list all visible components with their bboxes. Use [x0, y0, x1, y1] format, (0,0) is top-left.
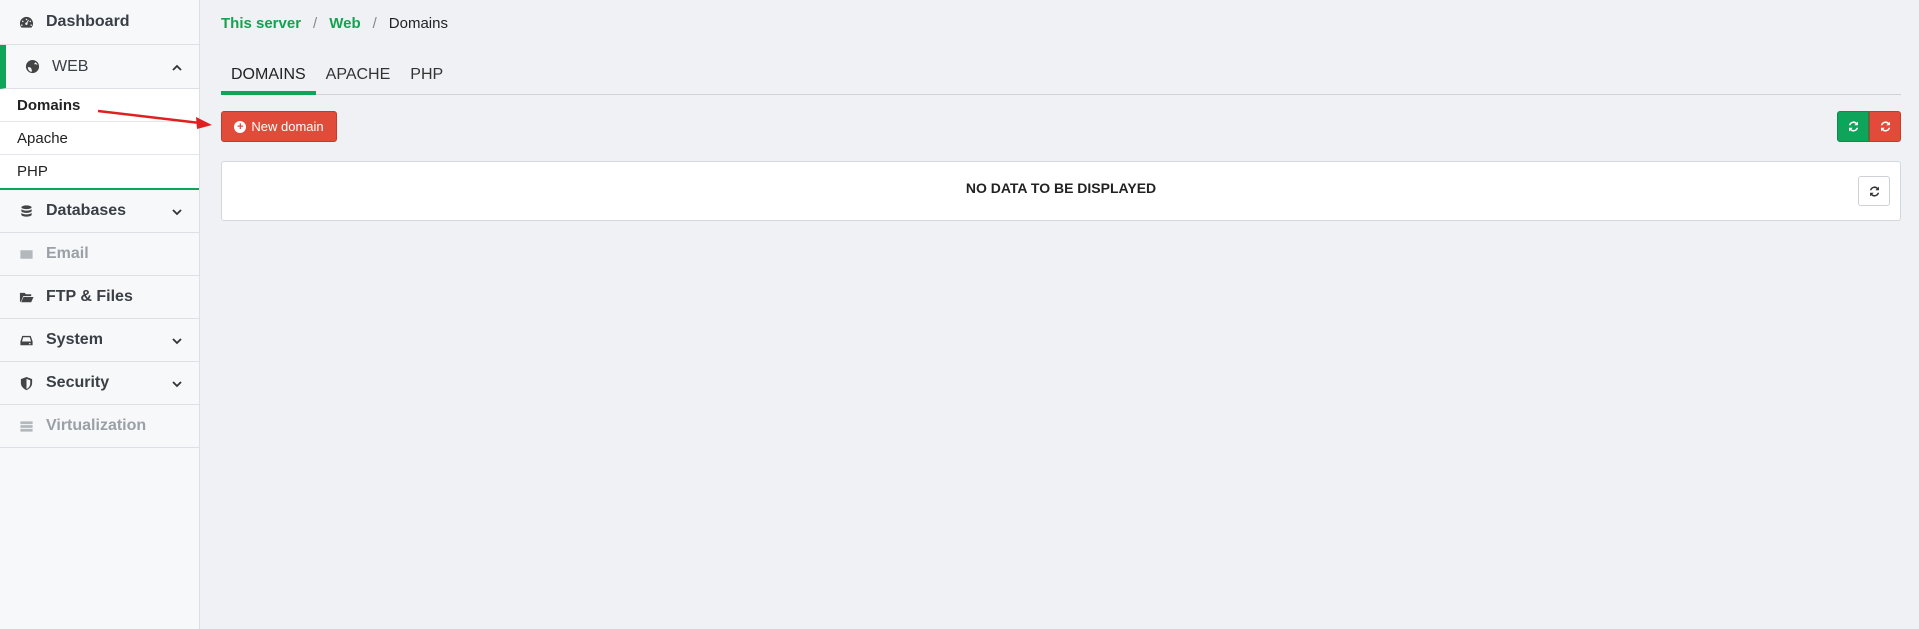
shield-icon — [18, 375, 34, 391]
chevron-down-icon — [171, 205, 183, 217]
sidebar-item-system[interactable]: System — [0, 319, 199, 362]
refresh-button-group — [1837, 111, 1901, 142]
sidebar-item-label: System — [46, 331, 103, 348]
new-domain-button[interactable]: + New domain — [221, 111, 337, 142]
sidebar-item-email: Email — [0, 233, 199, 276]
empty-state-text: NO DATA TO BE DISPLAYED — [965, 180, 1157, 196]
sidebar-item-security[interactable]: Security — [0, 362, 199, 405]
database-icon — [18, 203, 34, 219]
envelope-icon — [18, 246, 34, 262]
refresh-icon — [1848, 121, 1858, 132]
server-icon — [18, 418, 34, 434]
force-refresh-button[interactable] — [1869, 111, 1901, 142]
sidebar-subitem-php[interactable]: PHP — [0, 155, 199, 188]
breadcrumb-this-server[interactable]: This server — [221, 15, 301, 32]
panel-refresh-button[interactable] — [1858, 176, 1890, 206]
annotation-arrow — [97, 109, 212, 129]
tab-apache[interactable]: APACHE — [316, 62, 401, 95]
domains-panel: NO DATA TO BE DISPLAYED — [221, 161, 1901, 221]
web-submenu: Domains Apache PHP — [0, 89, 199, 190]
refresh-icon — [1869, 185, 1879, 197]
breadcrumb: This server / Web / Domains — [221, 15, 448, 32]
sidebar-item-label: WEB — [52, 57, 89, 75]
breadcrumb-separator: / — [372, 15, 377, 32]
sidebar-item-label: Email — [46, 245, 89, 262]
new-domain-label: New domain — [251, 119, 324, 134]
tab-domains[interactable]: DOMAINS — [221, 62, 316, 95]
sidebar: Dashboard WEB Domains Apache PHP Databas… — [0, 0, 200, 629]
refresh-button[interactable] — [1837, 111, 1869, 142]
sidebar-item-web[interactable]: WEB — [0, 45, 199, 89]
plus-circle-icon: + — [234, 120, 247, 133]
chevron-up-icon — [171, 61, 183, 73]
hdd-icon — [18, 332, 34, 348]
sidebar-item-label: Virtualization — [46, 417, 147, 434]
sidebar-item-dashboard[interactable]: Dashboard — [0, 0, 199, 45]
sidebar-item-virtualization: Virtualization — [0, 405, 199, 448]
sidebar-item-databases[interactable]: Databases — [0, 190, 199, 233]
tab-bar: DOMAINS APACHE PHP — [221, 62, 1901, 95]
breadcrumb-web[interactable]: Web — [329, 15, 360, 32]
refresh-icon — [1880, 121, 1890, 132]
sidebar-item-label: Security — [46, 374, 110, 391]
sidebar-item-label: FTP & Files — [46, 288, 133, 305]
globe-icon — [24, 59, 40, 75]
dashboard-icon — [18, 14, 34, 30]
breadcrumb-domains: Domains — [388, 15, 448, 32]
sidebar-item-ftp-files[interactable]: FTP & Files — [0, 276, 199, 319]
tab-php[interactable]: PHP — [400, 62, 453, 95]
chevron-down-icon — [171, 334, 183, 346]
breadcrumb-separator: / — [313, 15, 318, 32]
sidebar-item-label: Databases — [46, 202, 127, 219]
chevron-down-icon — [171, 377, 183, 389]
folder-open-icon — [18, 289, 34, 305]
sidebar-item-label: Dashboard — [46, 13, 130, 30]
